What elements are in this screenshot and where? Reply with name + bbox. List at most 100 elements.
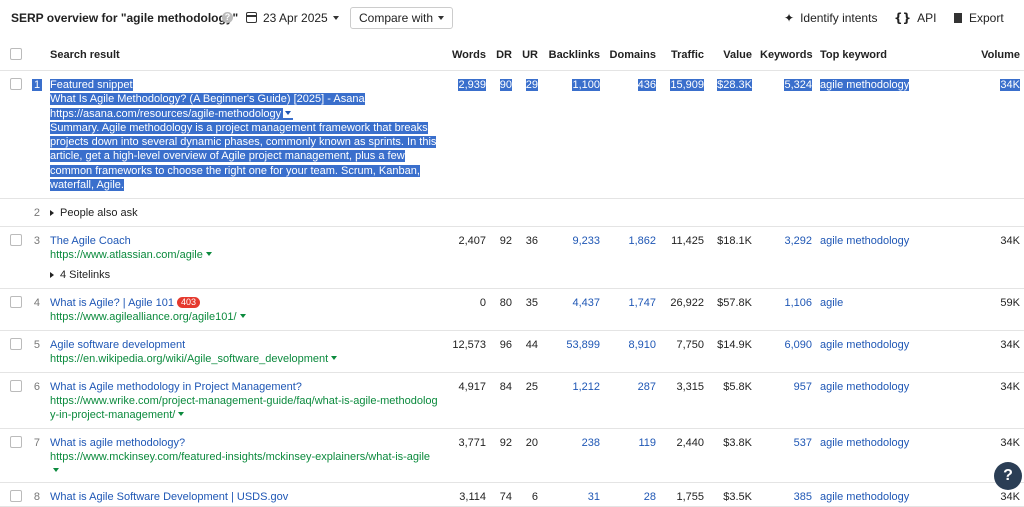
domains-value[interactable]: 287 [604, 372, 660, 429]
url-dropdown-icon[interactable] [283, 107, 294, 118]
domains-value[interactable]: 1,862 [604, 226, 660, 289]
result-title-link[interactable]: The Agile Coach [50, 235, 131, 247]
sitelinks-toggle[interactable]: 4 Sitelinks [50, 268, 442, 282]
result-title-link[interactable]: What is Agile methodology in Project Man… [50, 381, 302, 393]
top-keyword-link[interactable]: agile methodology [816, 372, 946, 429]
col-keywords[interactable]: Keywords [756, 40, 816, 71]
result-title-link[interactable]: What is Agile? | Agile 101 [50, 297, 174, 309]
value-value: $3.8K [708, 428, 756, 483]
url-dropdown-icon[interactable] [331, 356, 338, 360]
traffic-value: 2,440 [660, 428, 708, 483]
top-keyword-link[interactable]: agile methodology [816, 330, 946, 373]
ur-value: 35 [516, 288, 542, 331]
row-checkbox[interactable] [0, 482, 28, 507]
top-keyword-link[interactable]: agile methodology [816, 226, 946, 289]
keywords-value[interactable]: 5,324 [784, 79, 812, 91]
result-url[interactable]: https://www.mckinsey.com/featured-insigh… [50, 451, 430, 463]
backlinks-value[interactable]: 238 [542, 428, 604, 483]
backlinks-value[interactable]: 9,233 [542, 226, 604, 289]
row-checkbox[interactable] [0, 288, 28, 331]
result-title-link[interactable]: What is agile methodology? [50, 437, 185, 449]
keywords-value[interactable]: 385 [756, 482, 816, 507]
result-url[interactable]: https://www.wrike.com/project-management… [50, 395, 438, 421]
keywords-value[interactable]: 957 [756, 372, 816, 429]
caret-right-icon [50, 210, 54, 216]
row-checkbox[interactable] [0, 428, 28, 483]
backlinks-value[interactable]: 53,899 [542, 330, 604, 373]
ur-value: 29 [525, 79, 538, 91]
keywords-value[interactable]: 1,106 [756, 288, 816, 331]
domains-value[interactable]: 119 [604, 428, 660, 483]
top-keyword-link[interactable]: agile methodology [820, 79, 910, 91]
help-chat-button[interactable]: ? [994, 462, 1022, 490]
result-cell: Agile software development https://en.wi… [46, 330, 446, 373]
row-checkbox[interactable] [0, 372, 28, 429]
top-keyword-link[interactable]: agile methodology [816, 482, 946, 507]
url-dropdown-icon[interactable] [178, 412, 185, 416]
identify-intents-button[interactable]: ✦ Identify intents [784, 11, 877, 25]
row-checkbox[interactable] [0, 330, 28, 373]
words-value: 2,407 [446, 226, 490, 289]
col-volume[interactable]: Volume [946, 40, 1024, 71]
compare-with-button[interactable]: Compare with [350, 7, 454, 29]
backlinks-value[interactable]: 31 [542, 482, 604, 507]
col-ur[interactable]: UR [516, 40, 542, 71]
result-url[interactable]: https://en.wikipedia.org/wiki/Agile_soft… [50, 353, 328, 365]
traffic-value: 11,425 [660, 226, 708, 289]
col-top-keyword[interactable]: Top keyword [816, 40, 946, 71]
result-cell: What is Agile? | Agile 101 403 https://ww… [46, 288, 446, 331]
api-button[interactable]: {} API [894, 11, 936, 25]
volume-value: 34K [946, 330, 1024, 373]
col-backlinks[interactable]: Backlinks [542, 40, 604, 71]
date-selector[interactable]: 23 Apr 2025 [246, 11, 339, 25]
dr-value: 80 [490, 288, 516, 331]
domains-value[interactable]: 1,747 [604, 288, 660, 331]
backlinks-value[interactable]: 4,437 [542, 288, 604, 331]
row-number: 4 [28, 288, 46, 331]
domains-value[interactable]: 436 [637, 79, 656, 91]
backlinks-value[interactable]: 1,212 [542, 372, 604, 429]
col-dr[interactable]: DR [490, 40, 516, 71]
keywords-value[interactable]: 537 [756, 428, 816, 483]
result-url[interactable]: https://www.atlassian.com/agile [50, 249, 203, 261]
top-keyword-link[interactable]: agile methodology [816, 428, 946, 483]
result-title-link[interactable]: What Is Agile Methodology? (A Beginner's… [50, 93, 365, 105]
result-title-link[interactable]: Agile software development [50, 339, 185, 351]
dr-value: 90 [499, 79, 512, 91]
dr-value: 74 [490, 482, 516, 507]
result-url[interactable]: https://asana.com/resources/agile-method… [50, 108, 281, 120]
dr-value: 92 [490, 226, 516, 289]
keywords-value[interactable]: 6,090 [756, 330, 816, 373]
row-number: 7 [28, 428, 46, 483]
col-words[interactable]: Words [446, 40, 490, 71]
url-dropdown-icon[interactable] [205, 252, 212, 256]
col-domains[interactable]: Domains [604, 40, 660, 71]
row-number: 6 [28, 372, 46, 429]
backlinks-value[interactable]: 1,100 [572, 79, 600, 91]
people-also-ask-toggle[interactable]: People also ask [46, 198, 1024, 227]
traffic-value: 26,922 [660, 288, 708, 331]
col-traffic[interactable]: Traffic [660, 40, 708, 71]
export-button[interactable]: Export [954, 11, 1004, 25]
select-all-checkbox[interactable] [0, 40, 28, 71]
value-value: $5.8K [708, 372, 756, 429]
domains-value[interactable]: 8,910 [604, 330, 660, 373]
url-dropdown-icon[interactable] [53, 468, 59, 472]
ur-value: 20 [516, 428, 542, 483]
row-checkbox[interactable] [0, 226, 28, 289]
result-title-link[interactable]: What is Agile Software Development | USD… [50, 491, 288, 503]
dr-value: 96 [490, 330, 516, 373]
table-row: 5 Agile software development https://en.… [0, 330, 1024, 373]
url-dropdown-icon[interactable] [239, 314, 246, 318]
col-search-result[interactable]: Search result [46, 40, 446, 71]
domains-value[interactable]: 28 [604, 482, 660, 507]
table-row: 8 What is Agile Software Development | U… [0, 482, 1024, 507]
help-icon[interactable]: ? [222, 12, 233, 23]
result-url[interactable]: https://www.agilealliance.org/agile101/ [50, 311, 237, 323]
top-keyword-link[interactable]: agile [816, 288, 946, 331]
table-row: 6 What is Agile methodology in Project M… [0, 372, 1024, 429]
col-value[interactable]: Value [708, 40, 756, 71]
keywords-value[interactable]: 3,292 [756, 226, 816, 289]
row-checkbox[interactable] [0, 70, 28, 199]
dr-value: 92 [490, 428, 516, 483]
